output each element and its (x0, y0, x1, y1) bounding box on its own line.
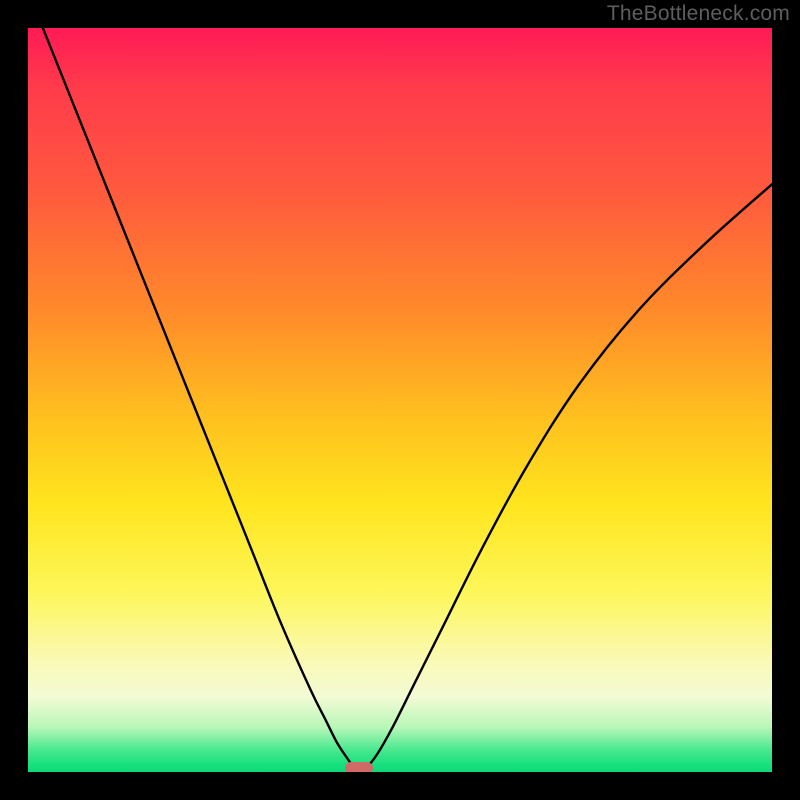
chart-frame (28, 28, 772, 772)
watermark-text: TheBottleneck.com (607, 2, 790, 26)
minimum-marker (345, 762, 373, 772)
plot-area (28, 28, 772, 772)
bottleneck-curve (28, 28, 772, 772)
